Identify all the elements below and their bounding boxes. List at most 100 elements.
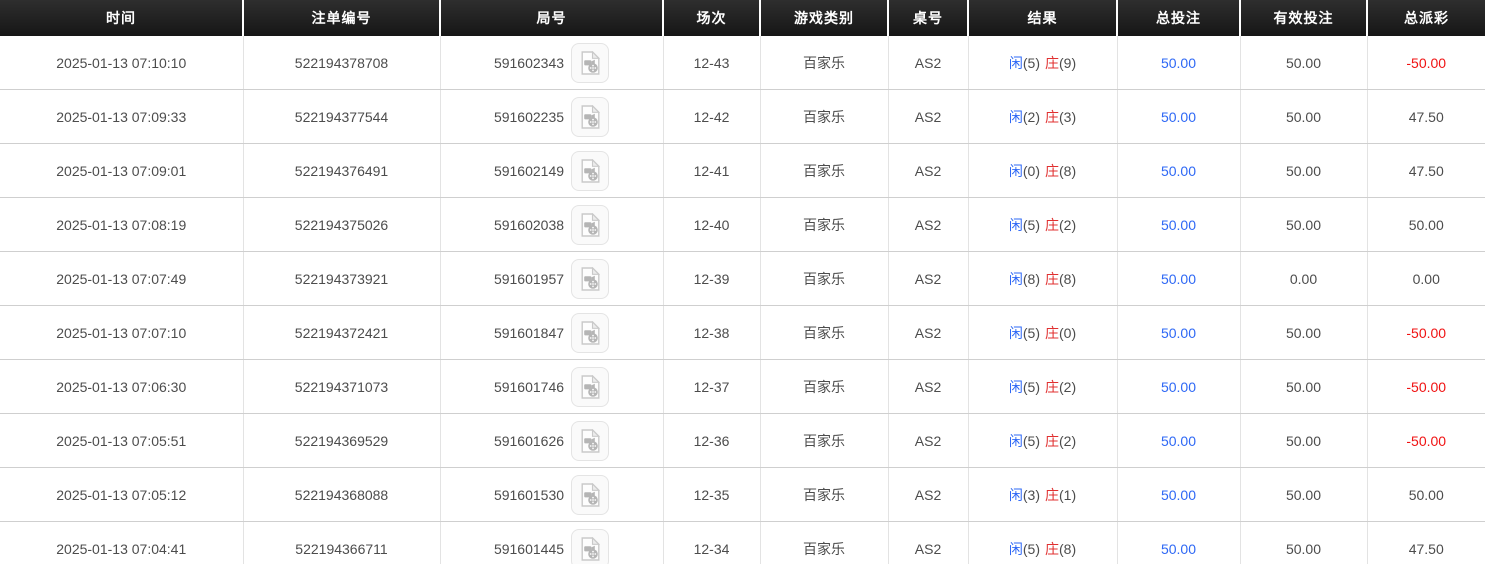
cell-valid-bet: 0.00: [1240, 251, 1368, 306]
round-id-wrap: 591601445: [494, 528, 610, 564]
result-banker-label: 庄: [1045, 432, 1059, 449]
video-replay-icon: [581, 428, 600, 453]
round-id-wrap: 591601530: [493, 474, 610, 515]
cell-game-type: 百家乐: [760, 467, 889, 522]
total-bet-link[interactable]: 50.00: [1161, 217, 1196, 233]
video-replay-icon: [581, 374, 600, 399]
cell-table-no: AS2: [888, 359, 969, 414]
result-banker-score: (8): [1059, 162, 1077, 179]
result-banker-score: (2): [1059, 216, 1077, 233]
round-id-value: 591602038: [493, 216, 565, 233]
result-banker-score: (2): [1059, 378, 1077, 395]
result-banker-score: (1): [1059, 486, 1077, 503]
cell-round-id: 591601746: [440, 359, 664, 414]
cell-valid-bet: 50.00: [1240, 521, 1368, 564]
total-bet-link[interactable]: 50.00: [1161, 109, 1196, 125]
result-banker-score: (9): [1059, 54, 1077, 71]
cell-result: 闲(8) 庄(8): [968, 251, 1118, 306]
cell-valid-bet: 50.00: [1240, 36, 1368, 90]
video-replay-button[interactable]: [571, 474, 610, 515]
cell-result: 闲(5) 庄(2): [968, 197, 1118, 252]
cell-result: 闲(5) 庄(8): [968, 521, 1118, 564]
result-player-label: 闲: [1008, 486, 1023, 503]
cell-result: 闲(5) 庄(9): [968, 36, 1118, 90]
cell-bet-id: 522194373921: [243, 251, 441, 306]
total-bet-link[interactable]: 50.00: [1161, 433, 1196, 449]
col-header-round-id: 局号: [440, 0, 664, 36]
cell-payout: -50.00: [1367, 305, 1485, 360]
video-replay-button[interactable]: [571, 366, 610, 407]
cell-session: 12-35: [663, 467, 761, 522]
result-player-score: (2): [1022, 108, 1040, 125]
cell-session: 12-41: [663, 143, 761, 198]
cell-session: 12-36: [663, 413, 761, 468]
result-banker-score: (8): [1059, 270, 1077, 287]
total-bet-link[interactable]: 50.00: [1161, 325, 1196, 341]
cell-total-bet: 50.00: [1117, 467, 1241, 522]
video-replay-button[interactable]: [571, 258, 610, 299]
video-replay-icon: [581, 212, 600, 237]
bet-records-viewport: 时间 注单编号 局号 场次 游戏类别 桌号 结果 总投注 有效投注 总派彩 20…: [0, 0, 1485, 564]
total-bet-link[interactable]: 50.00: [1161, 541, 1196, 557]
cell-game-type: 百家乐: [760, 89, 889, 144]
cell-valid-bet: 50.00: [1240, 305, 1368, 360]
total-bet-link[interactable]: 50.00: [1161, 163, 1196, 179]
cell-result: 闲(5) 庄(0): [968, 305, 1118, 360]
result-banker-score: (3): [1059, 108, 1077, 125]
result-banker-score: (8): [1059, 540, 1077, 557]
video-replay-icon: [581, 536, 600, 561]
cell-result: 闲(5) 庄(2): [968, 413, 1118, 468]
total-bet-link[interactable]: 50.00: [1161, 487, 1196, 503]
result-player-score: (8): [1022, 270, 1040, 287]
cell-payout: -50.00: [1367, 413, 1485, 468]
cell-table-no: AS2: [888, 36, 969, 90]
result-player-label: 闲: [1008, 216, 1023, 233]
round-id-value: 591601530: [493, 486, 565, 503]
round-id-wrap: 591602149: [494, 150, 610, 191]
result-banker-score: (0): [1059, 324, 1077, 341]
result-player-score: (5): [1022, 54, 1040, 71]
cell-table-no: AS2: [888, 305, 969, 360]
table-row: 2025-01-13 07:06:30 522194371073 5916017…: [0, 359, 1485, 414]
round-id-value: 591602343: [493, 54, 565, 71]
video-replay-button[interactable]: [571, 42, 610, 83]
video-replay-button[interactable]: [571, 150, 610, 191]
video-replay-icon: [581, 158, 600, 183]
total-bet-link[interactable]: 50.00: [1161, 55, 1196, 71]
result-player-score: (5): [1022, 432, 1040, 449]
round-id-wrap: 591602038: [493, 204, 610, 245]
round-id-value: 591601626: [493, 432, 565, 449]
total-bet-link[interactable]: 50.00: [1161, 379, 1196, 395]
result-player-score: (5): [1022, 540, 1040, 557]
video-replay-button[interactable]: [571, 96, 610, 137]
result-player-score: (5): [1022, 216, 1040, 233]
result-banker-label: 庄: [1045, 108, 1059, 125]
cell-game-type: 百家乐: [760, 521, 889, 564]
video-replay-button[interactable]: [571, 420, 610, 461]
cell-game-type: 百家乐: [760, 197, 889, 252]
result-player-label: 闲: [1008, 540, 1023, 557]
round-id-wrap: 591601626: [493, 420, 610, 461]
video-replay-button[interactable]: [571, 528, 610, 564]
cell-bet-id: 522194376491: [243, 143, 441, 198]
result-banker-label: 庄: [1045, 378, 1059, 395]
cell-total-bet: 50.00: [1117, 521, 1241, 564]
col-header-bet-id: 注单编号: [243, 0, 441, 36]
result-player-label: 闲: [1008, 54, 1023, 71]
video-replay-button[interactable]: [571, 312, 610, 353]
video-replay-icon: [581, 104, 600, 129]
cell-total-bet: 50.00: [1117, 197, 1241, 252]
cell-round-id: 591601626: [440, 413, 664, 468]
cell-game-type: 百家乐: [760, 413, 889, 468]
video-replay-button[interactable]: [571, 204, 610, 245]
cell-bet-id: 522194371073: [243, 359, 441, 414]
result-player-label: 闲: [1008, 270, 1023, 287]
total-bet-link[interactable]: 50.00: [1161, 271, 1196, 287]
cell-bet-id: 522194366711: [243, 521, 441, 564]
cell-payout: 47.50: [1367, 89, 1485, 144]
cell-game-type: 百家乐: [760, 305, 889, 360]
cell-bet-id: 522194378708: [243, 36, 441, 90]
cell-table-no: AS2: [888, 467, 969, 522]
cell-bet-id: 522194375026: [243, 197, 441, 252]
col-header-session: 场次: [663, 0, 761, 36]
